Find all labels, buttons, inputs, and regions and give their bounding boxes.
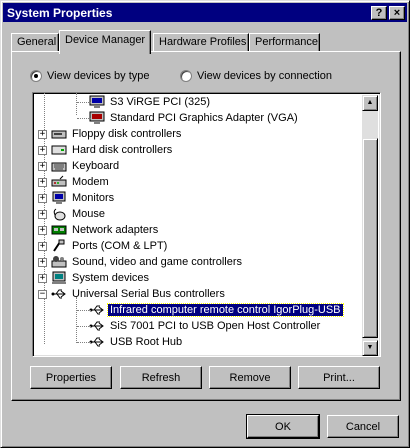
expand-icon[interactable]: +: [38, 209, 47, 219]
expand-icon[interactable]: +: [38, 129, 47, 139]
tab-hardware-profiles[interactable]: Hardware Profiles: [153, 33, 249, 52]
tree-item-floppy-disk-controllers[interactable]: + Floppy disk controllers: [38, 126, 183, 142]
view-by-type-radio[interactable]: [30, 70, 42, 82]
expand-icon[interactable]: +: [38, 273, 47, 283]
device-manager-panel: View devices by type View devices by con…: [11, 51, 401, 401]
usb-icon: [51, 287, 67, 301]
system-properties-window: System Properties ? × General Device Man…: [0, 0, 410, 448]
collapse-icon[interactable]: −: [38, 289, 47, 299]
sound-controller-icon: [51, 255, 67, 269]
tree-item-hard-disk-controllers[interactable]: + Hard disk controllers: [38, 142, 174, 158]
device-tree-content: S3 ViRGE PCI (325) Standard PCI Graphics…: [35, 93, 365, 356]
tab-device-manager[interactable]: Device Manager: [59, 30, 151, 54]
display-adapter-warning-icon: [89, 111, 105, 125]
usb-icon: [89, 303, 105, 317]
view-by-connection-label: View devices by connection: [197, 70, 332, 82]
tree-item-usb-controllers[interactable]: − Universal Serial Bus controllers: [38, 286, 227, 302]
expand-icon[interactable]: +: [38, 145, 47, 155]
print-button[interactable]: Print...: [298, 366, 380, 389]
remove-button[interactable]: Remove: [209, 366, 291, 389]
tree-scrollbar[interactable]: ▲ ▼: [362, 95, 378, 356]
modem-icon: [51, 175, 67, 189]
tab-general[interactable]: General: [11, 33, 59, 52]
tree-item-usb-root-hub[interactable]: USB Root Hub: [67, 334, 184, 350]
view-by-connection-option[interactable]: View devices by connection: [180, 70, 332, 82]
port-icon: [51, 239, 67, 253]
expand-icon[interactable]: +: [38, 257, 47, 267]
view-by-type-label: View devices by type: [47, 70, 150, 82]
cancel-button[interactable]: Cancel: [327, 415, 399, 438]
tree-item-standard-vga[interactable]: Standard PCI Graphics Adapter (VGA): [67, 110, 300, 126]
scroll-thumb[interactable]: [362, 137, 378, 338]
keyboard-icon: [51, 159, 67, 173]
tree-item-ports[interactable]: + Ports (COM & LPT): [38, 238, 169, 254]
scroll-down-button[interactable]: ▼: [362, 340, 378, 356]
system-device-icon: [51, 271, 67, 285]
tree-item-modem[interactable]: + Modem: [38, 174, 111, 190]
monitor-icon: [51, 191, 67, 205]
tree-item-sis-7001[interactable]: SiS 7001 PCI to USB Open Host Controller: [67, 318, 322, 334]
selected-device-label: Infrared computer remote control IgorPlu…: [107, 303, 344, 317]
tree-item-infrared-igorplug[interactable]: Infrared computer remote control IgorPlu…: [67, 302, 344, 318]
close-button[interactable]: ×: [389, 5, 405, 20]
tree-item-system-devices[interactable]: + System devices: [38, 270, 151, 286]
window-title: System Properties: [7, 5, 113, 20]
expand-icon[interactable]: +: [38, 161, 47, 171]
floppy-controller-icon: [51, 127, 67, 141]
tree-item-s3-virge[interactable]: S3 ViRGE PCI (325): [67, 94, 212, 110]
title-bar[interactable]: System Properties ? ×: [3, 3, 407, 22]
usb-icon: [89, 335, 105, 349]
device-tree[interactable]: S3 ViRGE PCI (325) Standard PCI Graphics…: [32, 92, 381, 357]
display-adapter-icon: [89, 95, 105, 109]
tab-performance[interactable]: Performance: [249, 33, 320, 52]
expand-icon[interactable]: +: [38, 241, 47, 251]
view-by-type-option[interactable]: View devices by type: [30, 70, 150, 82]
expand-icon[interactable]: +: [38, 177, 47, 187]
tree-item-keyboard[interactable]: + Keyboard: [38, 158, 121, 174]
hard-disk-controller-icon: [51, 143, 67, 157]
refresh-button[interactable]: Refresh: [120, 366, 202, 389]
expand-icon[interactable]: +: [38, 193, 47, 203]
ok-button[interactable]: OK: [246, 414, 320, 439]
expand-icon[interactable]: +: [38, 225, 47, 235]
tree-item-network-adapters[interactable]: + Network adapters: [38, 222, 160, 238]
scroll-up-button[interactable]: ▲: [362, 95, 378, 111]
mouse-icon: [51, 207, 67, 221]
help-button[interactable]: ?: [371, 5, 387, 20]
tree-item-sound-video-game[interactable]: + Sound, video and game controllers: [38, 254, 244, 270]
tree-item-mouse[interactable]: + Mouse: [38, 206, 107, 222]
properties-button[interactable]: Properties: [30, 366, 112, 389]
usb-icon: [89, 319, 105, 333]
network-adapter-icon: [51, 223, 67, 237]
view-by-connection-radio[interactable]: [180, 70, 192, 82]
tree-item-monitors[interactable]: + Monitors: [38, 190, 116, 206]
